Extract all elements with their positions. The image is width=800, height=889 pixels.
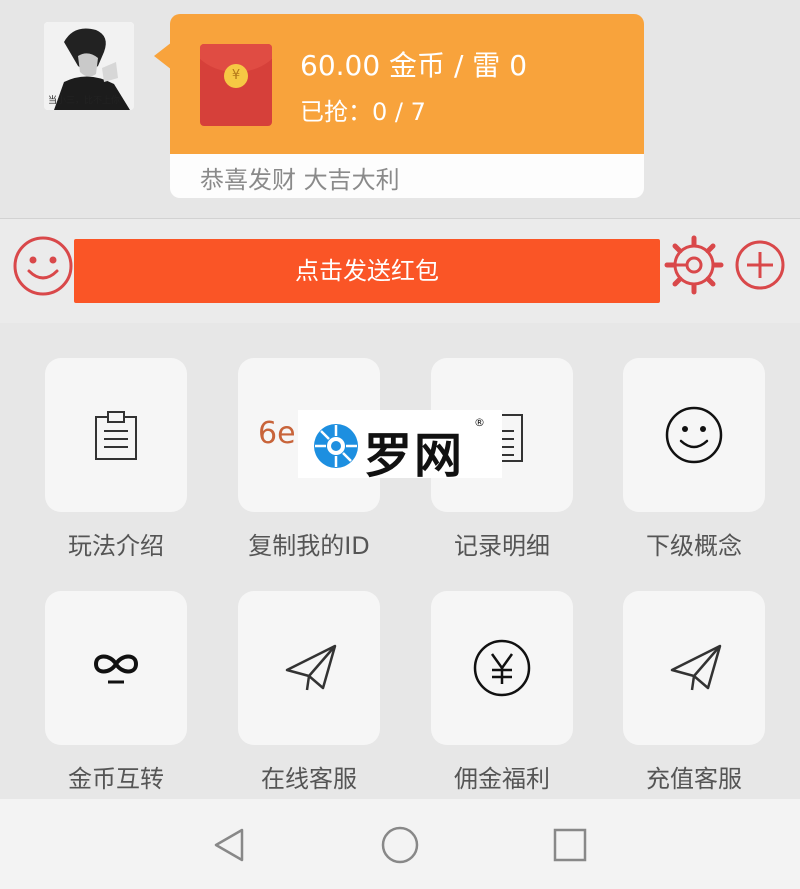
smiley-icon <box>665 406 723 464</box>
paper-plane-icon <box>670 644 722 691</box>
recharge-service-label: 充值客服 <box>646 765 742 793</box>
records-label: 记录明细 <box>454 532 550 560</box>
infinity-icon <box>93 654 139 684</box>
emoji-button[interactable] <box>12 235 74 297</box>
coin-transfer-label: 金币互转 <box>68 765 164 793</box>
home-circle-icon[interactable] <box>380 825 420 865</box>
subordinate-label: 下级概念 <box>646 532 742 560</box>
paper-plane-icon <box>285 644 337 691</box>
plus-icon <box>735 240 785 290</box>
coin-icon: ¥ <box>224 64 248 88</box>
more-button[interactable] <box>734 239 786 291</box>
yen-coin-icon <box>473 639 531 697</box>
red-packet-grabbed-count: 已抢：0 / 7 <box>300 98 426 126</box>
id-text-icon: 6e <box>258 416 296 451</box>
red-envelope-icon: ¥ <box>200 44 272 126</box>
settings-button[interactable] <box>664 235 724 295</box>
watermark-text: 罗网 <box>364 428 465 484</box>
recharge-service-button[interactable] <box>623 591 765 745</box>
smiley-icon <box>13 236 73 296</box>
watermark: 罗网 ® <box>298 410 502 484</box>
watermark-registered: ® <box>474 416 485 429</box>
input-bar: 点击发送红包 <box>0 218 800 324</box>
gear-icon <box>664 235 724 295</box>
red-packet-footer: 恭喜发财 大吉大利 <box>170 154 644 198</box>
rules-button[interactable] <box>45 358 187 512</box>
online-service-button[interactable] <box>238 591 380 745</box>
red-packet-bubble[interactable]: ¥ 60.00 金币 / 雷 0 已抢：0 / 7 恭喜发财 大吉大利 <box>154 14 644 198</box>
rules-label: 玩法介绍 <box>68 532 164 560</box>
commission-label: 佣金福利 <box>454 765 550 793</box>
chat-area: 当小三，比不上你 ¥ 60.00 金币 / 雷 0 已抢：0 / 7 恭喜发财 … <box>0 0 800 218</box>
copy-id-label: 复制我的ID <box>248 532 370 560</box>
watermark-logo-icon <box>314 424 358 468</box>
commission-button[interactable] <box>431 591 573 745</box>
red-packet-header: ¥ 60.00 金币 / 雷 0 已抢：0 / 7 <box>170 14 644 154</box>
coin-transfer-button[interactable] <box>45 591 187 745</box>
red-packet-blessing: 恭喜发财 大吉大利 <box>200 166 400 194</box>
function-grid: 玩法介绍 6e 复制我的ID 记录明细 下级概念 金币互转 在线客服 佣金福利 … <box>0 323 800 799</box>
red-packet-amount: 60.00 金币 / 雷 0 <box>300 49 528 82</box>
navigation-bar <box>0 799 800 889</box>
clipboard-icon <box>95 411 137 460</box>
online-service-label: 在线客服 <box>261 765 357 793</box>
avatar[interactable]: 当小三，比不上你 <box>44 22 134 110</box>
send-red-packet-button[interactable]: 点击发送红包 <box>74 239 660 303</box>
recents-square-icon[interactable] <box>552 827 588 863</box>
subordinate-button[interactable] <box>623 358 765 512</box>
back-triangle-icon[interactable] <box>212 827 246 863</box>
avatar-caption: 当小三，比不上你 <box>48 96 121 106</box>
